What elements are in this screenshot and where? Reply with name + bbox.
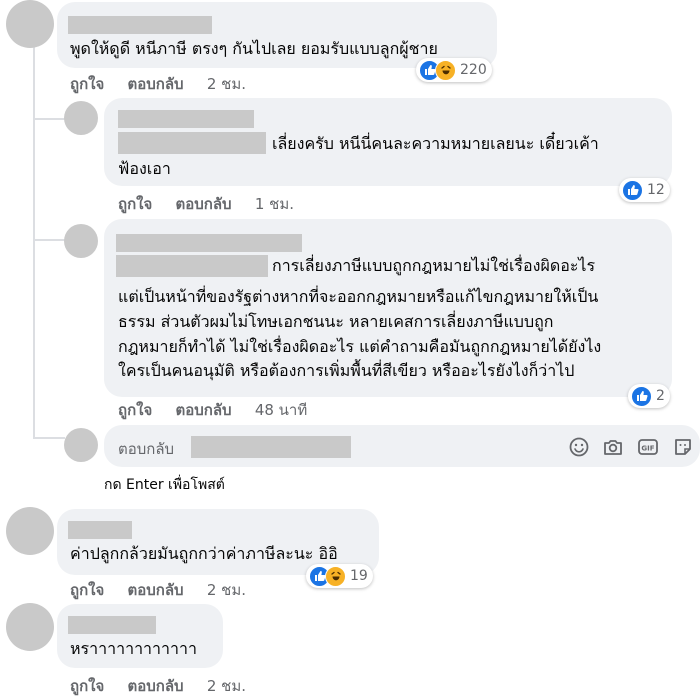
reaction-summary[interactable]: 2	[628, 384, 670, 408]
svg-text:GIF: GIF	[641, 445, 654, 453]
avatar[interactable]	[64, 101, 98, 135]
sticker-icon[interactable]	[672, 436, 694, 458]
comment-text: ค่าปลูกกล้วยมันถูกกว่าค่าภาษีละนะ อิอิ	[70, 544, 338, 563]
author-name-redacted[interactable]	[116, 234, 302, 252]
comment-text: หราาาาาาาาาาาา	[70, 639, 197, 658]
reaction-summary[interactable]: 19	[306, 564, 373, 588]
avatar[interactable]	[6, 603, 54, 651]
reply-button[interactable]: ตอบกลับ	[128, 581, 184, 599]
reaction-summary[interactable]: 220	[416, 58, 492, 82]
reply-button[interactable]: ตอบกลับ	[128, 75, 184, 93]
timestamp[interactable]: 2 ชม.	[207, 75, 246, 93]
like-icon	[631, 385, 652, 407]
author-name-redacted[interactable]	[118, 110, 254, 128]
camera-icon[interactable]	[602, 436, 624, 458]
reply-button[interactable]: ตอบกลับ	[176, 401, 232, 419]
reaction-count: 12	[647, 182, 665, 198]
author-name-redacted[interactable]	[68, 521, 132, 539]
comment-text: ฟ้องเอา	[118, 159, 171, 178]
like-button[interactable]: ถูกใจ	[70, 581, 104, 599]
emoji-icon[interactable]	[568, 436, 590, 458]
reaction-count: 19	[350, 568, 368, 584]
timestamp[interactable]: 2 ชม.	[207, 677, 246, 695]
haha-icon	[325, 565, 346, 587]
author-name-redacted[interactable]	[68, 16, 212, 34]
like-button[interactable]: ถูกใจ	[70, 75, 104, 93]
author-name-redacted[interactable]	[68, 616, 156, 634]
mentioned-name-redacted[interactable]	[116, 255, 268, 277]
comment-text: ใครเป็นคนอนุมัติ หรือต้องการเพิ่มพื้นที่…	[118, 361, 575, 380]
comment-actions: ถูกใจ ตอบกลับ 48 นาที	[118, 398, 307, 422]
reply-input-prefix: ตอบกลับ	[118, 440, 175, 458]
thread-line-vertical	[33, 46, 35, 438]
like-button[interactable]: ถูกใจ	[118, 195, 152, 213]
comment-text: พูดให้ดูดี หนีภาษี ตรงๆ กันไปเลย ยอมรับแ…	[70, 39, 438, 58]
avatar[interactable]	[6, 507, 54, 555]
mentioned-name-redacted[interactable]	[191, 436, 351, 458]
comment-actions: ถูกใจ ตอบกลับ 1 ชม.	[118, 192, 294, 216]
thread-line-branch-1	[33, 118, 65, 120]
reply-button[interactable]: ตอบกลับ	[128, 677, 184, 695]
avatar[interactable]	[6, 0, 54, 48]
like-button[interactable]: ถูกใจ	[118, 401, 152, 419]
reply-button[interactable]: ตอบกลับ	[176, 195, 232, 213]
avatar[interactable]	[64, 224, 98, 258]
reaction-count: 220	[460, 62, 487, 78]
mentioned-name-redacted[interactable]	[118, 132, 266, 154]
comment-actions: ถูกใจ ตอบกลับ 2 ชม.	[70, 72, 246, 96]
comment-actions: ถูกใจ ตอบกลับ 2 ชม.	[70, 578, 246, 602]
like-button[interactable]: ถูกใจ	[70, 677, 104, 695]
timestamp[interactable]: 1 ชม.	[255, 195, 294, 213]
haha-icon	[435, 59, 456, 81]
comment-text: การเลี่ยงภาษีแบบถูกกฎหมายไม่ใช่เรื่องผิด…	[272, 256, 596, 275]
gif-icon[interactable]: GIF	[637, 436, 659, 458]
avatar	[64, 428, 98, 462]
reaction-count: 2	[656, 388, 665, 404]
like-icon	[622, 179, 643, 201]
reaction-summary[interactable]: 12	[619, 178, 670, 202]
thread-line-branch-3	[33, 437, 65, 439]
post-hint: กด Enter เพื่อโพสต์	[104, 477, 225, 493]
comment-actions: ถูกใจ ตอบกลับ 2 ชม.	[70, 674, 246, 698]
timestamp[interactable]: 48 นาที	[255, 401, 307, 419]
timestamp[interactable]: 2 ชม.	[207, 581, 246, 599]
comment-text: เลี่ยงครับ หนีนี่คนละความหมายเลยนะ เดี๋ย…	[272, 134, 599, 153]
thread-line-branch-2	[33, 239, 65, 241]
